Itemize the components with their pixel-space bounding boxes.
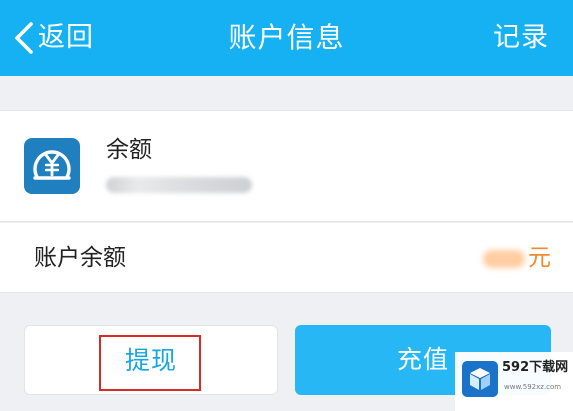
watermark-url: www.592xz.com [504, 383, 562, 391]
balance-title: 余额 [106, 137, 152, 163]
balance-unit: 元 [528, 245, 551, 271]
account-balance-row: 账户余额 元 [0, 223, 573, 293]
masked-account-id [106, 177, 252, 193]
download-box-icon [462, 361, 498, 397]
wallet-yuan-icon [24, 138, 80, 194]
watermark-title: 592下载网 [502, 360, 569, 375]
top-nav-bar: 返回 账户信息 记录 [0, 0, 573, 76]
balance-card[interactable] [0, 110, 573, 222]
records-button[interactable]: 记录 [493, 18, 549, 58]
site-watermark: 592下载网 www.592xz.com [455, 352, 573, 411]
account-balance-label: 账户余额 [34, 245, 126, 271]
withdraw-label: 提现 [124, 346, 177, 375]
withdraw-button[interactable]: 提现 [24, 325, 278, 395]
account-info-screen: 返回 账户信息 记录 余额 账户余额 元 提现 充值 592下载网 www.59… [0, 0, 573, 411]
page-title: 账户信息 [228, 21, 345, 54]
masked-balance-amount [483, 250, 525, 268]
